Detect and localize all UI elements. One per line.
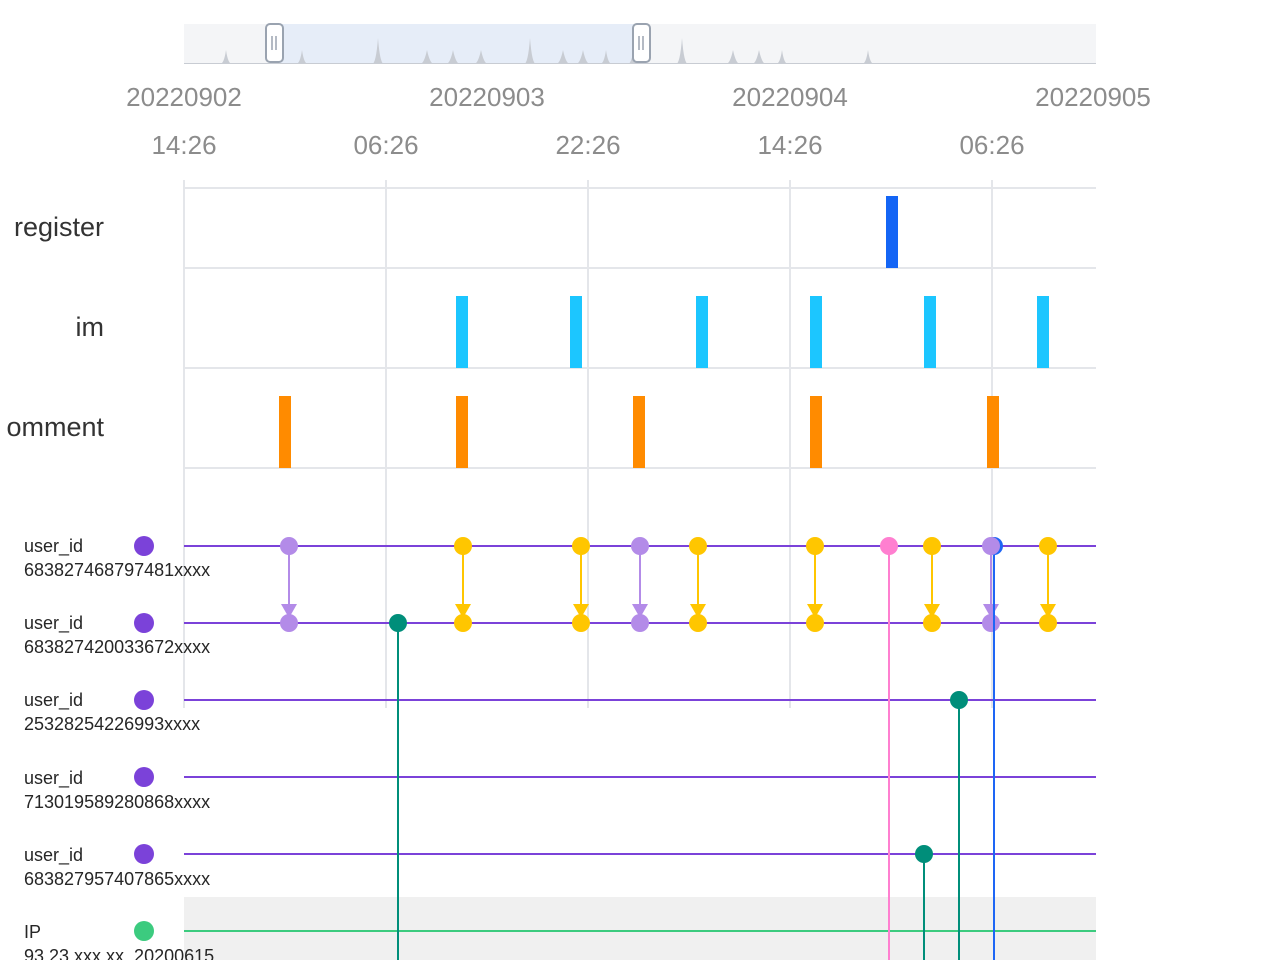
event-bar-im[interactable]: [1037, 296, 1049, 368]
event-bar-im[interactable]: [456, 296, 468, 368]
track-label-register: register: [13, 212, 104, 242]
overview-left-handle[interactable]: [265, 23, 284, 63]
event-bar-comment[interactable]: [279, 396, 291, 468]
time-label: 06:26: [959, 130, 1025, 160]
entity-value: 93.23.xxx.xx_20200615: [24, 946, 215, 960]
entity-type: user_id: [24, 690, 84, 710]
entity-label[interactable]: IP 93.23.xxx.xx_20200615: [24, 920, 214, 960]
event-bar-im[interactable]: [570, 296, 582, 368]
entity-label[interactable]: user_id 683827468797481xxxx: [24, 534, 210, 582]
overview-right-handle[interactable]: [632, 23, 651, 63]
time-label: 14:26: [151, 130, 217, 160]
event-bar-im[interactable]: [810, 296, 822, 368]
event-bar-im[interactable]: [924, 296, 936, 368]
timeline-graph-view: 20220902 20220903 20220904 20220905 14:2…: [0, 0, 1280, 960]
event-bar-comment[interactable]: [810, 396, 822, 468]
event-bar-comment[interactable]: [633, 396, 645, 468]
event-bar-register[interactable]: [886, 196, 898, 268]
entity-label[interactable]: user_id 683827420033672xxxx: [24, 611, 210, 659]
entity-value: 25328254226993xxxx: [24, 714, 201, 734]
event-bar-comment[interactable]: [456, 396, 468, 468]
entity-type: IP: [24, 922, 42, 942]
link-yellow[interactable]: [806, 537, 824, 632]
entity-value: 713019589280868xxxx: [24, 792, 211, 812]
overview-slider[interactable]: [184, 23, 1096, 64]
link-yellow[interactable]: [1039, 537, 1057, 632]
date-label: 20220904: [732, 82, 848, 112]
time-label: 22:26: [555, 130, 621, 160]
link-purple[interactable]: [280, 537, 298, 632]
event-bar-comment[interactable]: [987, 396, 999, 468]
entity-label[interactable]: user_id 713019589280868xxxx: [24, 766, 210, 814]
link-purple[interactable]: [982, 546, 1000, 632]
link-yellow[interactable]: [689, 537, 707, 632]
date-label: 20220905: [1035, 82, 1151, 112]
time-label: 14:26: [757, 130, 823, 160]
event-bar-im[interactable]: [696, 296, 708, 368]
entity-label[interactable]: user_id 25328254226993xxxx: [24, 688, 200, 736]
entity-type: user_id: [24, 613, 84, 633]
track-label-comment: omment: [6, 412, 104, 442]
entity-label[interactable]: user_id 683827957407865xxxx: [24, 843, 210, 891]
date-label: 20220903: [429, 82, 545, 112]
entity-value: 683827420033672xxxx: [24, 637, 211, 657]
link-yellow[interactable]: [923, 537, 941, 632]
entity-type: user_id: [24, 845, 84, 865]
event-links: [280, 537, 1057, 960]
track-label-im: im: [75, 312, 105, 342]
date-label: 20220902: [126, 82, 242, 112]
link-purple[interactable]: [631, 537, 649, 632]
event-bars: [279, 196, 1049, 468]
entity-type: user_id: [24, 768, 84, 788]
entity-value: 683827957407865xxxx: [24, 869, 211, 889]
entity-type: user_id: [24, 536, 84, 556]
link-pink[interactable]: [880, 537, 898, 960]
link-yellow[interactable]: [454, 537, 472, 632]
entity-value: 683827468797481xxxx: [24, 560, 211, 580]
overview-selection[interactable]: [275, 24, 642, 64]
time-label: 06:26: [353, 130, 419, 160]
